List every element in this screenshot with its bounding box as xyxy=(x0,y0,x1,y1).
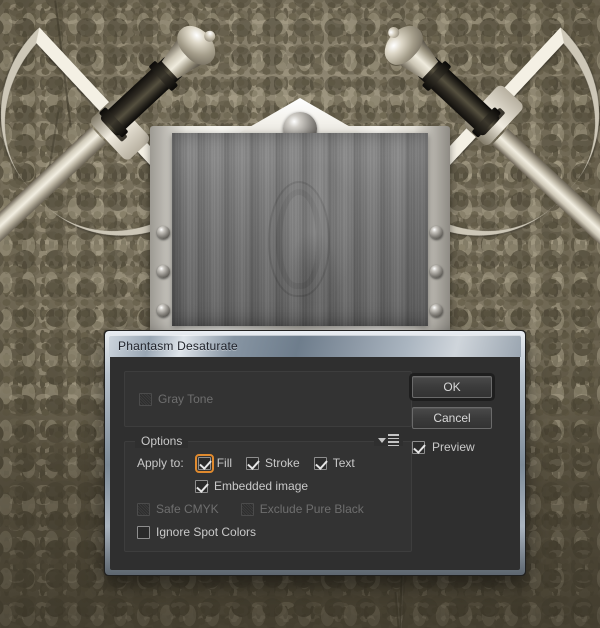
flyout-menu-icon[interactable] xyxy=(374,434,403,446)
preview-checkbox[interactable] xyxy=(412,440,425,454)
embedded-image-label: Embedded image xyxy=(214,479,309,493)
embedded-image-checkbox-row[interactable]: Embedded image xyxy=(195,479,308,493)
dialog-body: Gray Tone Options Apply to: Fill Stroke … xyxy=(110,357,520,570)
apply-to-row: Apply to: Fill Stroke Text xyxy=(137,453,399,473)
ignore-spot-colors-checkbox-row[interactable]: Ignore Spot Colors xyxy=(137,525,256,539)
chevron-down-icon xyxy=(378,437,386,443)
shield-rivet xyxy=(430,304,443,317)
embedded-image-row: Embedded image xyxy=(137,479,399,493)
options-panel: Options Apply to: Fill Stroke Text Embed… xyxy=(124,434,412,552)
options-legend: Options xyxy=(135,434,189,448)
shield-rivet xyxy=(157,265,170,278)
shield-rivet xyxy=(157,226,170,239)
shield-rivet xyxy=(430,265,443,278)
preview-label: Preview xyxy=(432,440,475,454)
wood-panel xyxy=(172,133,428,326)
apply-to-fill-row[interactable]: Fill xyxy=(194,453,233,473)
apply-to-fill-label: Fill xyxy=(216,456,233,470)
safe-cmyk-label: Safe CMYK xyxy=(156,502,219,516)
ignore-spot-colors-checkbox[interactable] xyxy=(137,525,150,539)
hamburger-lines-icon xyxy=(388,434,399,446)
cancel-button[interactable]: Cancel xyxy=(412,407,492,429)
dialog-left-column: Gray Tone Options Apply to: Fill Stroke … xyxy=(110,357,412,570)
embedded-image-checkbox[interactable] xyxy=(195,479,208,493)
apply-to-stroke-label: Stroke xyxy=(265,456,300,470)
ignore-spot-colors-label: Ignore Spot Colors xyxy=(156,525,257,539)
dialog-titlebar[interactable]: Phantasm Desaturate xyxy=(109,335,521,357)
dialog-right-column: OK Cancel Preview xyxy=(412,357,520,570)
gray-tone-checkbox-row[interactable]: Gray Tone xyxy=(139,392,213,406)
safe-cmyk-row[interactable]: Safe CMYK xyxy=(137,502,219,516)
preview-checkbox-row[interactable]: Preview xyxy=(412,440,520,454)
apply-to-label: Apply to: xyxy=(137,456,184,470)
gray-tone-checkbox[interactable] xyxy=(139,392,152,406)
exclude-pure-black-row[interactable]: Exclude Pure Black xyxy=(240,502,364,516)
phantasm-desaturate-dialog: Phantasm Desaturate Gray Tone Options Ap… xyxy=(104,330,526,576)
shield-plaque xyxy=(150,98,450,348)
apply-to-text-checkbox[interactable] xyxy=(313,456,327,470)
apply-to-fill-checkbox[interactable] xyxy=(194,453,214,473)
ignore-spot-colors-row: Ignore Spot Colors xyxy=(137,525,399,539)
gray-tone-label: Gray Tone xyxy=(158,392,214,406)
safe-cmyk-checkbox[interactable] xyxy=(137,502,150,516)
shield-rivet xyxy=(157,304,170,317)
ok-button[interactable]: OK xyxy=(412,376,492,398)
exclude-pure-black-checkbox[interactable] xyxy=(240,502,254,516)
apply-to-text-label: Text xyxy=(332,456,355,470)
cmyk-row: Safe CMYK Exclude Pure Black xyxy=(137,502,399,516)
dialog-title: Phantasm Desaturate xyxy=(118,339,238,353)
gray-tone-panel: Gray Tone xyxy=(124,371,412,427)
exclude-pure-black-label: Exclude Pure Black xyxy=(259,502,364,516)
apply-to-stroke-row[interactable]: Stroke xyxy=(246,456,300,470)
apply-to-text-row[interactable]: Text xyxy=(313,456,355,470)
apply-to-stroke-checkbox[interactable] xyxy=(246,456,260,470)
shield-rivet xyxy=(430,226,443,239)
wood-grain-knot xyxy=(268,181,330,297)
